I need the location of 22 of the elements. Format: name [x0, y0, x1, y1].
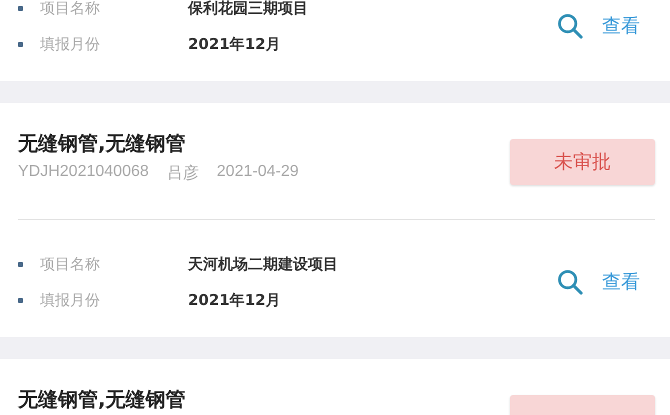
view-link[interactable]: 查看	[602, 13, 640, 39]
meta-text: 2021-04-29	[216, 163, 299, 182]
field-value: 保利花园三期项目	[188, 0, 308, 18]
view-link[interactable]: 查看	[602, 269, 640, 295]
bullet-icon	[18, 42, 23, 46]
field-value: 2021年12月	[188, 34, 281, 54]
field-label: 项目名称	[40, 254, 101, 274]
field-label: 填报月份	[40, 34, 101, 54]
meta-text: 吕彦	[166, 164, 199, 184]
field-label: 项目名称	[40, 0, 101, 18]
item-title: 无缝钢管,无缝钢管	[18, 386, 186, 413]
bullet-icon	[18, 298, 23, 302]
meta-text: YDJH2021040068	[18, 163, 149, 182]
status-badge: 未审批	[510, 139, 655, 185]
bullet-icon	[18, 6, 23, 10]
field-value: 天河机场二期建设项目	[188, 254, 338, 274]
search-icon[interactable]	[556, 12, 584, 40]
field-label: 填报月份	[40, 290, 101, 310]
search-icon[interactable]	[556, 268, 584, 296]
bullet-icon	[18, 262, 23, 266]
field-value: 2021年12月	[188, 290, 281, 310]
item-title: 无缝钢管,无缝钢管	[18, 130, 187, 157]
